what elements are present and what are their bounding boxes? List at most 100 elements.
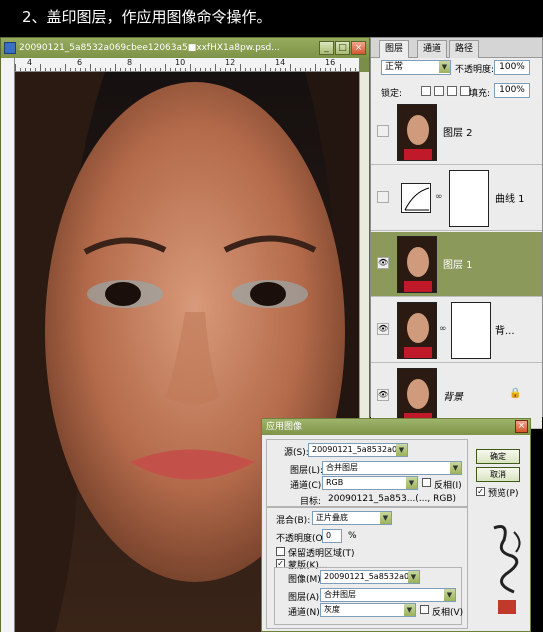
ruler-tick [340,64,341,71]
layer-value: 合并图层 [326,463,358,472]
ruler-tick [335,68,336,71]
mask-layer-select[interactable]: 合并图层 ▼ [320,588,456,602]
ruler-tick [185,68,186,71]
ruler-tick [30,68,31,71]
source-value: 20090121_5a8532a069... [312,445,408,454]
eye-icon[interactable]: 👁 [377,323,389,335]
preserve-transparency-checkbox[interactable] [276,547,285,556]
photoshop-doc-icon [4,42,16,54]
chevron-down-icon: ▼ [406,477,417,489]
ruler-tick [160,68,161,71]
ruler-tick [105,68,106,71]
blend-mode-value: 正常 [385,62,404,72]
ruler-tick [195,68,196,71]
layer-row-selected[interactable]: 👁 图层 1 [371,232,542,297]
mask-layer-value: 合并图层 [324,590,356,599]
ruler-tick [50,68,51,71]
lock-transparent-icon[interactable] [421,86,431,96]
ruler-number: 6 [77,58,83,67]
layer-name: 背... [495,326,515,337]
horizontal-ruler: 4 6 8 10 12 14 16 [15,58,359,72]
ruler-tick [315,64,316,71]
chevron-down-icon: ▼ [450,462,461,474]
lock-label: 锁定: [381,89,403,99]
opacity-label: 不透明度: [455,65,495,75]
ruler-tick [120,68,121,71]
fill-input[interactable]: 100% [494,83,530,98]
eye-icon[interactable]: 👁 [377,389,389,401]
source-select[interactable]: 20090121_5a8532a069... ▼ [308,443,408,457]
image-select[interactable]: 20090121_5a8532a069... ▼ [320,570,420,584]
layer-row[interactable]: 图层 2 [371,100,542,165]
invert-label: 反相(I) [434,481,462,491]
mask-invert-label: 反相(V) [432,608,464,618]
ruler-tick [130,68,131,71]
close-icon[interactable]: × [515,420,528,433]
ruler-tick [40,64,41,71]
layer-mask-thumbnail [449,170,489,227]
tab-layers[interactable]: 图层 [379,40,410,58]
ruler-tick [290,64,291,71]
tab-paths[interactable]: 路径 [449,40,480,58]
ruler-tick [215,64,216,71]
ruler-tick [220,68,221,71]
layer-select[interactable]: 合并图层 ▼ [322,461,462,475]
layer-mask-thumbnail [451,302,491,359]
preview-checkbox[interactable]: ✓ [476,487,485,496]
ruler-number: 10 [175,58,186,67]
lock-move-icon[interactable] [447,86,457,96]
ruler-tick [180,68,181,71]
ruler-tick [355,68,356,71]
layer-row[interactable]: 👁 ∞ 背... [371,298,542,363]
mask-channel-select[interactable]: 灰度 ▼ [320,603,416,617]
cancel-button[interactable]: 取消 [476,467,520,482]
red-seal [498,600,516,614]
ruler-tick [35,68,36,71]
preview-label: 预览(P) [488,489,519,499]
layer-label: 图层(L): [290,466,324,476]
eye-icon[interactable]: 👁 [377,257,389,269]
ruler-tick [135,68,136,71]
layer-name: 背景 [443,392,463,403]
tab-channels[interactable]: 通道 [417,40,448,58]
ruler-tick [300,68,301,71]
close-button[interactable]: × [351,41,366,55]
chevron-down-icon: ▼ [380,512,391,524]
ruler-tick [15,64,16,71]
ruler-tick [140,64,141,71]
blending-select[interactable]: 正片叠底 ▼ [312,511,392,525]
opacity-input[interactable]: 100% [494,60,530,75]
blend-mode-select[interactable]: 正常 ▼ [381,60,451,75]
ruler-number: 4 [27,58,33,67]
dialog-opacity-input[interactable]: 0 [322,529,342,543]
mask-invert-checkbox[interactable] [420,605,429,614]
ruler-tick [275,68,276,71]
calligraphy-seal [493,525,521,614]
target-label: 目标: [300,497,322,507]
channel-select[interactable]: RGB ▼ [322,476,418,490]
ruler-tick [250,68,251,71]
ruler-tick [200,68,201,71]
ruler-tick [85,68,86,71]
invert-checkbox[interactable] [422,478,431,487]
layer-row[interactable]: ∞ 曲线 1 [371,166,542,231]
ruler-tick [55,68,56,71]
ruler-tick [175,68,176,71]
ruler-tick [145,68,146,71]
chevron-down-icon: ▼ [396,444,407,456]
visibility-toggle[interactable] [377,125,389,137]
lock-brush-icon[interactable] [434,86,444,96]
ok-button[interactable]: 确定 [476,449,520,464]
mask-layer-label: 图层(A): [288,593,323,603]
ruler-tick [350,68,351,71]
chevron-down-icon: ▼ [444,589,455,601]
visibility-toggle[interactable] [377,191,389,203]
blending-label: 混合(B): [276,516,311,526]
minimize-button[interactable]: _ [319,41,334,55]
ruler-tick [80,68,81,71]
link-icon: ∞ [435,192,443,202]
curves-adjustment-icon [401,183,431,213]
maximize-button[interactable]: □ [335,41,350,55]
document-title[interactable]: 20090121_5a8532a069cbee12063a5■xxfHX1a8p… [1,38,369,58]
channel-value: RGB [326,478,344,487]
